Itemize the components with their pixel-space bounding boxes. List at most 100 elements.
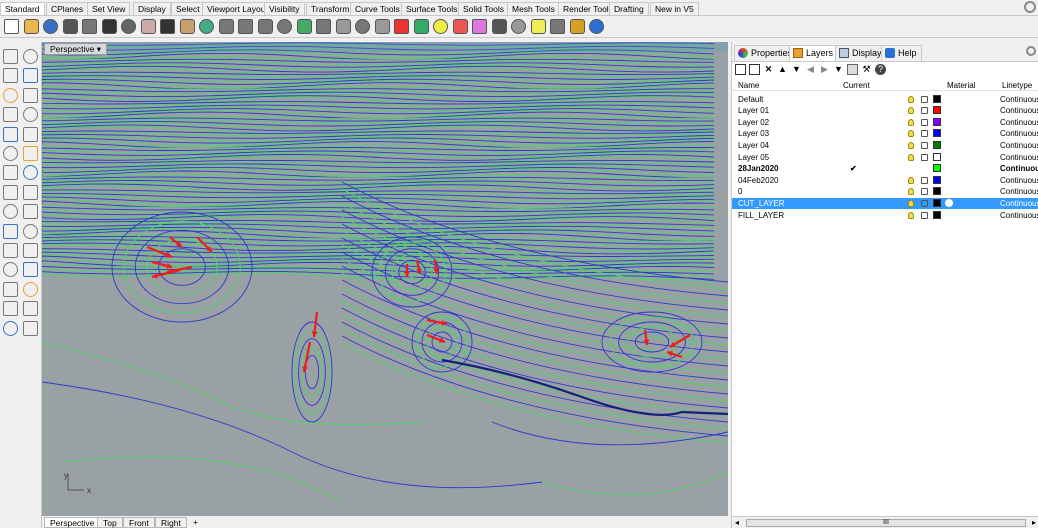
layer-linetype[interactable]: Continuous [1000, 210, 1038, 221]
layer-row[interactable]: Layer 05 Continuous [732, 152, 1038, 164]
menu-tab-new-in-v5[interactable]: New in V5 [650, 2, 699, 15]
material-icon[interactable] [472, 19, 487, 34]
light-bulb-icon[interactable] [908, 118, 914, 126]
check-tool-icon[interactable] [23, 301, 38, 317]
rectangle-tool-icon[interactable] [23, 107, 38, 123]
save-icon[interactable] [43, 19, 58, 34]
menu-tab-visibility[interactable]: Visibility [264, 2, 305, 15]
shade-icon[interactable] [452, 19, 468, 34]
lock-icon[interactable] [921, 95, 928, 103]
light-bulb-icon[interactable] [908, 188, 914, 196]
add-viewport-tab-button[interactable]: + [188, 517, 203, 528]
scroll-thumb[interactable]: III [746, 519, 1026, 527]
menu-tab-viewport-layout[interactable]: Viewport Layout [202, 2, 273, 15]
light-bulb-icon[interactable] [908, 176, 914, 184]
layer-name[interactable]: Layer 04 [738, 140, 769, 151]
panel-tab-display[interactable]: Display [835, 45, 887, 61]
extrude-tool-icon[interactable] [3, 165, 18, 181]
menu-tab-standard[interactable]: Standard [0, 2, 45, 15]
lock-icon[interactable] [921, 130, 928, 138]
curve-tool-icon[interactable] [23, 68, 38, 84]
column-current[interactable]: Current [843, 81, 870, 90]
wrench-icon[interactable]: ⚒ [861, 64, 872, 75]
layer-row[interactable]: 0 Continuous [732, 186, 1038, 198]
layer-color-swatch[interactable] [933, 210, 941, 219]
layer-name[interactable]: 04Feb2020 [738, 175, 778, 186]
import-icon[interactable] [82, 19, 97, 34]
boolean-tool-icon[interactable] [3, 184, 18, 200]
lock-icon[interactable] [921, 107, 928, 115]
layer-row[interactable]: Layer 03 Continuous [732, 128, 1038, 140]
layer-color-swatch[interactable] [933, 152, 941, 161]
move-tool-icon[interactable] [23, 184, 38, 200]
polyline-tool-icon[interactable] [3, 68, 18, 84]
menu-tab-transform[interactable]: Transform [306, 2, 355, 15]
dimension-tool-icon[interactable] [23, 262, 38, 278]
light-bulb-icon[interactable] [908, 141, 914, 149]
layer-linetype[interactable]: Continuous [1000, 140, 1038, 151]
new-sublayer-icon[interactable] [749, 64, 760, 75]
undo-view-icon[interactable] [296, 19, 312, 34]
layer-linetype[interactable]: Continuous [1000, 198, 1038, 209]
layer-name[interactable]: Layer 02 [738, 117, 769, 128]
layer-linetype[interactable]: Continuous [1000, 105, 1038, 116]
new-icon[interactable] [4, 19, 19, 34]
zoom-selected-icon[interactable] [277, 19, 292, 34]
join-tool-icon[interactable] [23, 243, 38, 258]
layer-linetype[interactable]: Continuous [1000, 94, 1038, 105]
layer-row[interactable]: FILL_LAYER Continuous [732, 210, 1038, 222]
lock-icon[interactable] [921, 211, 928, 219]
lock-icon[interactable] [921, 199, 928, 207]
filter-icon[interactable]: ▼ [833, 64, 844, 75]
grid-snap-icon[interactable] [335, 19, 351, 34]
layer-linetype[interactable]: Continuous [1000, 186, 1038, 197]
light-bulb-icon[interactable] [908, 107, 914, 115]
scroll-left-icon[interactable]: ◂ [735, 518, 739, 527]
layer-name[interactable]: CUT_LAYER [738, 198, 785, 209]
menu-tab-curve-tools[interactable]: Curve Tools [350, 2, 405, 15]
menu-tab-display[interactable]: Display [133, 2, 171, 15]
surface-tool-icon[interactable] [23, 165, 38, 181]
light-bulb-icon[interactable] [908, 95, 914, 103]
light-bulb-icon[interactable] [908, 199, 914, 207]
move-down-icon[interactable]: ▼ [791, 64, 802, 75]
box-tool-icon[interactable] [3, 146, 18, 161]
lock-icon[interactable] [921, 176, 928, 184]
point-tool-icon[interactable] [23, 49, 38, 64]
move-to-child-icon[interactable]: ▶ [819, 64, 830, 75]
layer-row[interactable]: Layer 01 Continuous [732, 105, 1038, 117]
perspective-viewport[interactable]: Perspective ▾ y x [42, 42, 728, 516]
osnap-icon[interactable] [394, 19, 409, 34]
rendered-icon[interactable] [491, 19, 507, 34]
layer-row[interactable]: CUT_LAYER Continuous [732, 197, 1038, 210]
paste-icon[interactable] [140, 19, 156, 34]
grid-tool-icon[interactable] [3, 301, 18, 317]
layer-color-swatch[interactable] [933, 187, 941, 196]
split-tool-icon[interactable] [3, 243, 18, 258]
analyze-tool-icon[interactable] [3, 320, 18, 336]
four-view-icon[interactable] [316, 19, 331, 34]
mirror-tool-icon[interactable] [23, 223, 38, 239]
column-linetype[interactable]: Linetype [1002, 81, 1032, 90]
layer-linetype[interactable]: Continuous [1000, 117, 1038, 128]
layer-linetype[interactable]: Continuous [1000, 175, 1038, 186]
layer-linetype[interactable]: Continuous [1000, 128, 1038, 139]
delete-layer-icon[interactable]: ✕ [763, 64, 774, 75]
viewport-tab-perspective[interactable]: Perspective [44, 517, 101, 528]
menu-tab-mesh-tools[interactable]: Mesh Tools [507, 2, 560, 15]
viewport-tab-front[interactable]: Front [123, 517, 155, 528]
rotate-tool-icon[interactable] [3, 204, 18, 220]
layer-color-swatch[interactable] [933, 106, 941, 115]
layer-row[interactable]: Default Continuous [732, 94, 1038, 106]
panel-tab-properties[interactable]: Properties [734, 45, 798, 61]
menu-tab-select[interactable]: Select [171, 2, 205, 15]
layer-color-swatch[interactable] [933, 129, 941, 138]
layer-name[interactable]: 0 [738, 186, 742, 197]
render-tool-icon[interactable] [23, 320, 38, 336]
layer-name[interactable]: Layer 01 [738, 105, 769, 116]
layer-color-swatch[interactable] [933, 117, 941, 126]
viewport-title[interactable]: Perspective ▾ [44, 43, 108, 55]
lock-icon[interactable] [921, 188, 928, 196]
panel-tab-help[interactable]: Help [881, 45, 922, 61]
layer-row[interactable]: 04Feb2020 Continuous [732, 175, 1038, 187]
